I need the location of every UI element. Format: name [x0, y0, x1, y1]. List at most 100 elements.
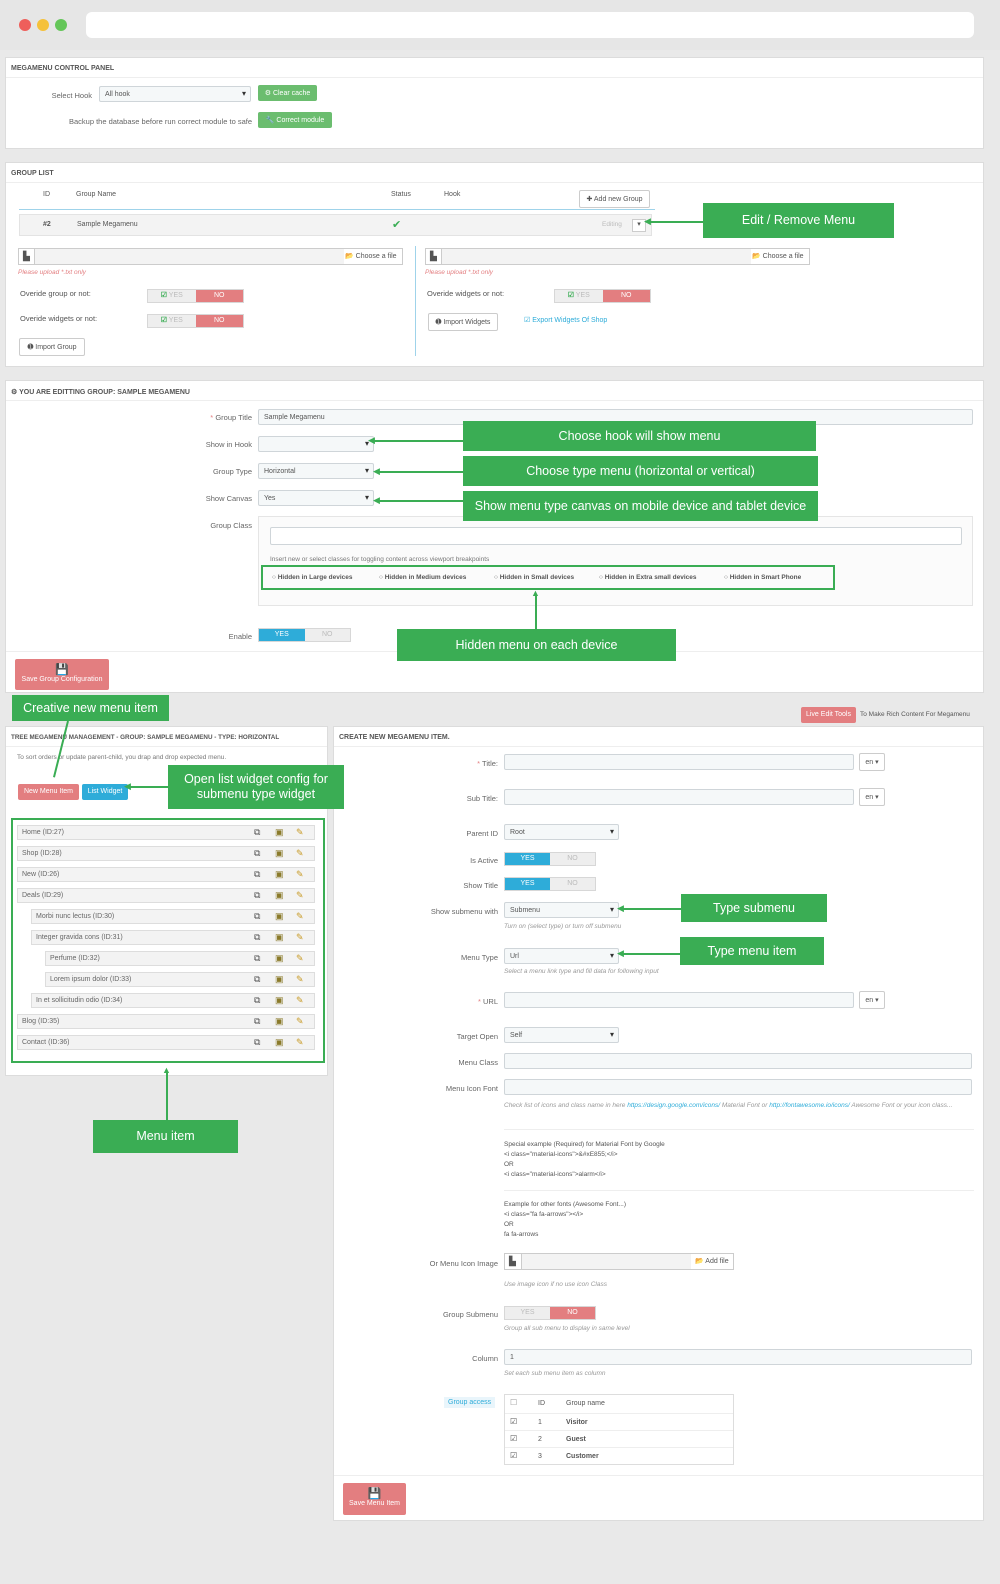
toggle-no[interactable]: NO [195, 315, 243, 327]
access-row[interactable]: ☑ 2 Guest [505, 1430, 733, 1447]
group-row[interactable]: #2 Sample Megamenu ✔ Editing ▾ [19, 214, 652, 236]
group-submenu-toggle[interactable]: YES NO [504, 1306, 596, 1320]
select-hook-dropdown[interactable]: All hook [99, 86, 251, 102]
new-menu-item-button[interactable]: New Menu Item [18, 784, 79, 800]
show-canvas-select[interactable]: Yes [258, 490, 374, 506]
callout-arrow [535, 594, 537, 630]
toggle-yes[interactable]: YES [259, 629, 305, 641]
toggle-no[interactable]: NO [550, 878, 595, 890]
override-widgets-toggle[interactable]: ☑ YES NO [147, 314, 244, 328]
save-menu-item-button[interactable]: 💾 Save Menu Item [343, 1483, 406, 1515]
arrow-head-icon: ◀ [617, 948, 624, 958]
toggle-no[interactable]: NO [304, 629, 350, 641]
menu-class-input[interactable] [504, 1053, 972, 1069]
callout-menu-item: Menu item [93, 1120, 238, 1153]
show-in-hook-select[interactable] [258, 436, 374, 452]
toggle-yes[interactable]: ☑ YES [148, 315, 196, 327]
show-canvas-label: Show Canvas [205, 494, 252, 503]
panel-title: GROUP LIST [6, 163, 983, 183]
clear-cache-button[interactable]: ⚙ Clear cache [258, 85, 317, 101]
group-class-input[interactable] [270, 527, 962, 545]
group-type-select[interactable]: Horizontal [258, 463, 374, 479]
show-title-label: Show Title [463, 881, 498, 890]
access-row[interactable]: ☑ 3 Customer [505, 1447, 733, 1464]
toggle-no[interactable]: NO [550, 1307, 595, 1319]
select-all-checkbox[interactable]: ☐ [510, 1398, 517, 1407]
icon-image-input[interactable]: ▙ 📂 Add file [504, 1253, 734, 1270]
live-edit-tools-button[interactable]: Live Edit Tools [801, 707, 856, 723]
add-group-label: Add new Group [593, 196, 643, 203]
import-group-button[interactable]: ➊ Import Group [19, 338, 85, 356]
address-bar[interactable] [86, 12, 974, 38]
add-new-group-button[interactable]: ✚ Add new Group [579, 190, 650, 208]
parent-id-select[interactable]: Root [504, 824, 619, 840]
show-submenu-select[interactable]: Submenu [504, 902, 619, 918]
icon-font-input[interactable] [504, 1079, 972, 1095]
is-active-toggle[interactable]: YES NO [504, 852, 596, 866]
access-name: Customer [566, 1453, 599, 1460]
override-widgets-toggle-right[interactable]: ☑ YES NO [554, 289, 651, 303]
save-group-button[interactable]: 💾 Save Group Configuration [15, 659, 109, 690]
subtitle-input[interactable] [504, 789, 854, 805]
target-open-select[interactable]: Self [504, 1027, 619, 1043]
menu-type-select[interactable]: Url [504, 948, 619, 964]
column-input[interactable]: 1 [504, 1349, 972, 1365]
list-widget-button[interactable]: List Widget [82, 784, 128, 800]
group-file-input[interactable]: ▙ 📂 Choose a file [18, 248, 403, 265]
show-submenu-value: Submenu [510, 907, 540, 914]
show-submenu-label: Show submenu with [430, 907, 498, 916]
access-id: 1 [538, 1419, 542, 1426]
arrow-head-icon: ◀ [617, 903, 624, 913]
panel-title: CREATE NEW MEGAMENU ITEM. [334, 727, 983, 747]
subtitle-lang-select[interactable]: en ▾ [859, 788, 885, 806]
import-widgets-button[interactable]: ➊ Import Widgets [428, 313, 498, 331]
choose-file-button[interactable]: 📂 Choose a file [752, 252, 804, 260]
minimize-window-dot[interactable] [37, 19, 49, 31]
checked-checkbox-icon[interactable]: ☑ [510, 1417, 517, 1426]
override-group-toggle[interactable]: ☑ YES NO [147, 289, 244, 303]
export-icon: ☑ [524, 317, 533, 324]
toggle-no[interactable]: NO [550, 853, 595, 865]
col-status: Status [391, 191, 411, 198]
close-window-dot[interactable] [19, 19, 31, 31]
title-lang-select[interactable]: en ▾ [859, 753, 885, 771]
toggle-no[interactable]: NO [195, 290, 243, 302]
choose-file-button[interactable]: 📂 Choose a file [345, 252, 397, 260]
parent-id-label: Parent ID [466, 829, 498, 838]
toggle-yes[interactable]: ☑ YES [148, 290, 196, 302]
col-id: ID [43, 191, 50, 198]
hidden-devices-highlight [261, 565, 835, 590]
icon-image-label: Or Menu Icon Image [429, 1259, 498, 1268]
add-file-button[interactable]: 📂 Add file [695, 1257, 729, 1265]
edit-group-title: YOU ARE EDITTING GROUP: SAMPLE MEGAMENU [19, 389, 190, 396]
widgets-file-input[interactable]: ▙ 📂 Choose a file [425, 248, 810, 265]
toggle-yes[interactable]: YES [505, 1307, 550, 1319]
url-label-text: URL [482, 997, 498, 1006]
url-lang-select[interactable]: en ▾ [859, 991, 885, 1009]
toggle-yes[interactable]: YES [505, 878, 550, 890]
url-input[interactable] [504, 992, 854, 1008]
toggle-yes[interactable]: YES [505, 853, 550, 865]
title-input[interactable] [504, 754, 854, 770]
divider [415, 246, 416, 356]
file-icon: ▙ [509, 1256, 516, 1266]
fontawesome-link[interactable]: http://fontawesome.io/icons/ [769, 1102, 850, 1109]
show-title-toggle[interactable]: YES NO [504, 877, 596, 891]
correct-module-button[interactable]: 🔧 Correct module [258, 112, 332, 128]
checked-checkbox-icon[interactable]: ☑ [510, 1434, 517, 1443]
toggle-yes[interactable]: ☑ YES [555, 290, 603, 302]
menu-class-label: Menu Class [458, 1058, 498, 1067]
toggle-no[interactable]: NO [602, 290, 650, 302]
access-row[interactable]: ☑ 1 Visitor [505, 1413, 733, 1430]
callout-type-submenu: Type submenu [681, 894, 827, 922]
gears-icon: ⚙ [264, 90, 273, 97]
access-id: 3 [538, 1453, 542, 1460]
file-path [441, 249, 751, 264]
enable-toggle[interactable]: YES NO [258, 628, 351, 642]
export-widgets-link[interactable]: ☑ Export Widgets Of Shop [524, 316, 607, 324]
maximize-window-dot[interactable] [55, 19, 67, 31]
material-icons-link[interactable]: https://design.google.com/icons/ [627, 1102, 720, 1109]
target-open-value: Self [510, 1032, 523, 1039]
backup-text: Backup the database before run correct m… [68, 117, 252, 126]
checked-checkbox-icon[interactable]: ☑ [510, 1451, 517, 1460]
